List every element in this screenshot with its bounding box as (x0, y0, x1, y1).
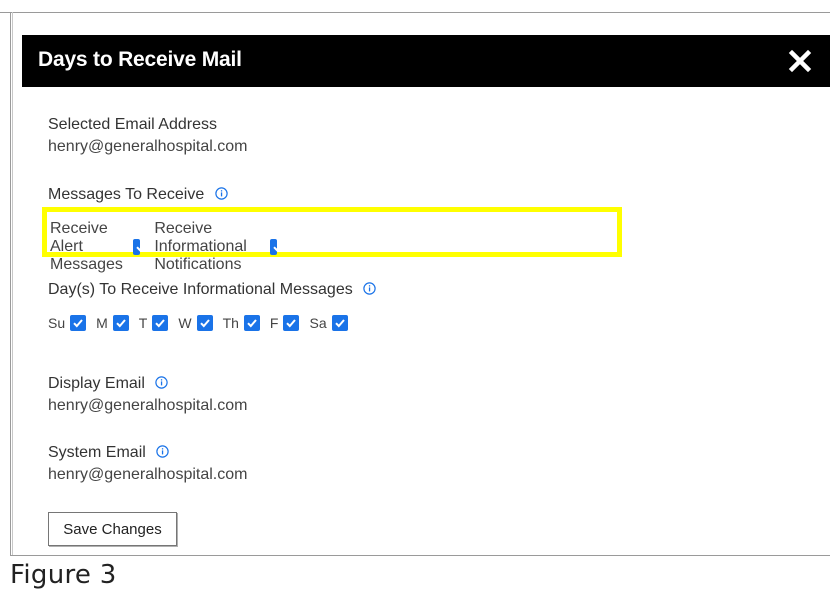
frame-top-border (0, 12, 830, 13)
messages-to-receive-label: Messages To Receive (48, 186, 205, 203)
day-checkbox[interactable] (283, 315, 300, 331)
day-option: M (96, 315, 129, 331)
messages-to-receive-label-row: Messages To Receive (48, 186, 228, 204)
info-icon[interactable] (363, 282, 376, 295)
day-option: W (178, 315, 213, 331)
system-email-value: henry@generalhospital.com (48, 466, 248, 483)
day-label: W (178, 315, 192, 331)
info-icon[interactable] (156, 445, 169, 458)
days-section-label-row: Day(s) To Receive Informational Messages (48, 281, 376, 299)
day-label: T (138, 315, 148, 331)
days-label: Day(s) To Receive Informational Messages (48, 281, 353, 298)
selected-email-label: Selected Email Address (48, 116, 217, 133)
days-checkbox-row: Su M T W Th F Sa (48, 315, 358, 331)
info-icon[interactable] (155, 376, 169, 389)
save-changes-button[interactable]: Save Changes (48, 512, 177, 546)
alert-messages-checkbox[interactable] (133, 239, 147, 255)
day-option: F (270, 315, 300, 331)
day-checkbox[interactable] (243, 315, 260, 331)
days-to-receive-mail-dialog: Days to Receive Mail Selected Email Addr… (22, 35, 830, 555)
day-label: Su (48, 315, 66, 331)
figure-caption: Figure 3 (10, 560, 117, 590)
day-label: Th (222, 315, 239, 331)
selected-email-value: henry@generalhospital.com (48, 138, 248, 155)
system-email-label: System Email (48, 444, 146, 461)
day-option: Su (48, 315, 87, 331)
frame-bottom-border (10, 555, 830, 556)
day-checkbox[interactable] (152, 315, 169, 331)
day-option: Sa (309, 315, 348, 331)
close-button[interactable] (788, 45, 812, 75)
dialog-title: Days to Receive Mail (38, 48, 242, 71)
day-checkbox[interactable] (196, 315, 213, 331)
frame-left-border (10, 12, 11, 556)
day-label: M (96, 315, 108, 331)
message-options-row: Receive Alert Messages Receive Informati… (50, 220, 291, 274)
day-checkbox[interactable] (331, 315, 348, 331)
display-email-section: Display Email henry@generalhospital.com (48, 375, 247, 415)
display-email-label: Display Email (48, 375, 145, 392)
alert-messages-label: Receive Alert Messages (50, 220, 123, 273)
system-email-section: System Email henry@generalhospital.com (48, 444, 247, 484)
day-label: F (269, 315, 279, 331)
close-icon (788, 49, 812, 73)
day-checkbox[interactable] (112, 315, 129, 331)
display-email-value: henry@generalhospital.com (48, 397, 248, 414)
dialog-header: Days to Receive Mail (22, 35, 830, 87)
frame-left-border-inner (12, 12, 13, 556)
informational-notifications-checkbox[interactable] (270, 239, 284, 255)
day-option: T (139, 315, 169, 331)
day-checkbox[interactable] (70, 315, 87, 331)
info-icon[interactable] (214, 187, 228, 200)
day-option: Th (223, 315, 260, 331)
day-label: Sa (309, 315, 327, 331)
informational-notifications-label: Receive Informational Notifications (154, 220, 247, 273)
selected-email-section: Selected Email Address henry@generalhosp… (48, 116, 247, 156)
